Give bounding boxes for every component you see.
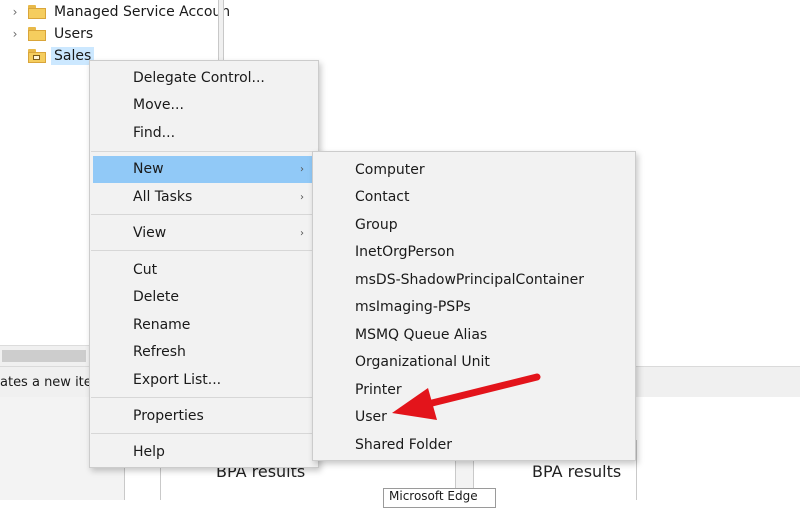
edge-tooltip: Microsoft Edge: [383, 488, 496, 508]
new-submenu: Computer Contact Group InetOrgPerson msD…: [312, 151, 636, 461]
menu-separator: [91, 151, 317, 152]
menu-item-move[interactable]: Move...: [90, 92, 318, 119]
submenu-arrow-icon: ›: [300, 228, 304, 239]
scrollbar-thumb[interactable]: [2, 350, 86, 362]
folder-icon: [28, 27, 46, 41]
menu-item-refresh[interactable]: Refresh: [90, 339, 318, 366]
tree-item-label: Managed Service Accoun: [54, 4, 231, 20]
submenu-item-contact[interactable]: Contact: [313, 184, 635, 211]
submenu-item-msmq-queue-alias[interactable]: MSMQ Queue Alias: [313, 322, 635, 349]
chevron-right-icon[interactable]: ›: [10, 27, 20, 41]
submenu-item-msds-shadowprincipalcontainer[interactable]: msDS-ShadowPrincipalContainer: [313, 267, 635, 294]
tree-item-label: Sales: [51, 47, 95, 65]
submenu-item-inetorgperson[interactable]: InetOrgPerson: [313, 239, 635, 266]
submenu-item-organizational-unit[interactable]: Organizational Unit: [313, 349, 635, 376]
divider: [636, 440, 637, 500]
tree-item-sales[interactable]: Sales: [28, 45, 95, 67]
folder-icon: [28, 5, 46, 19]
menu-separator: [91, 397, 317, 398]
submenu-item-user[interactable]: User: [313, 404, 635, 431]
chevron-right-icon[interactable]: ›: [10, 5, 20, 19]
submenu-arrow-icon: ›: [300, 192, 304, 203]
submenu-item-printer[interactable]: Printer: [313, 377, 635, 404]
tree-item-managed-service-accounts[interactable]: › Managed Service Accoun: [10, 1, 231, 23]
menu-item-all-tasks[interactable]: All Tasks ›: [90, 184, 318, 211]
menu-item-new[interactable]: New ›: [93, 156, 318, 183]
menu-item-delete[interactable]: Delete: [90, 284, 318, 311]
submenu-arrow-icon: ›: [300, 164, 304, 175]
submenu-item-msimaging-psps[interactable]: msImaging-PSPs: [313, 294, 635, 321]
menu-separator: [91, 433, 317, 434]
submenu-item-computer[interactable]: Computer: [313, 157, 635, 184]
menu-item-rename[interactable]: Rename: [90, 312, 318, 339]
menu-separator: [91, 214, 317, 215]
horizontal-scrollbar[interactable]: [0, 345, 90, 366]
menu-item-view[interactable]: View ›: [90, 220, 318, 247]
context-menu: Delegate Control... Move... Find... New …: [89, 60, 319, 468]
menu-item-delegate-control[interactable]: Delegate Control...: [90, 65, 318, 92]
menu-item-cut[interactable]: Cut: [90, 257, 318, 284]
bpa-results-label[interactable]: BPA results: [532, 462, 621, 481]
menu-item-properties[interactable]: Properties: [90, 403, 318, 430]
menu-item-export-list[interactable]: Export List...: [90, 367, 318, 394]
menu-item-find[interactable]: Find...: [90, 120, 318, 147]
status-text: ates a new iter: [0, 375, 98, 390]
submenu-item-shared-folder[interactable]: Shared Folder: [313, 432, 635, 459]
menu-item-help[interactable]: Help: [90, 439, 318, 466]
submenu-item-group[interactable]: Group: [313, 212, 635, 239]
tree-item-label: Users: [54, 26, 94, 42]
menu-separator: [91, 250, 317, 251]
organizational-unit-icon: [28, 49, 46, 63]
tree-item-users[interactable]: › Users: [10, 23, 94, 45]
